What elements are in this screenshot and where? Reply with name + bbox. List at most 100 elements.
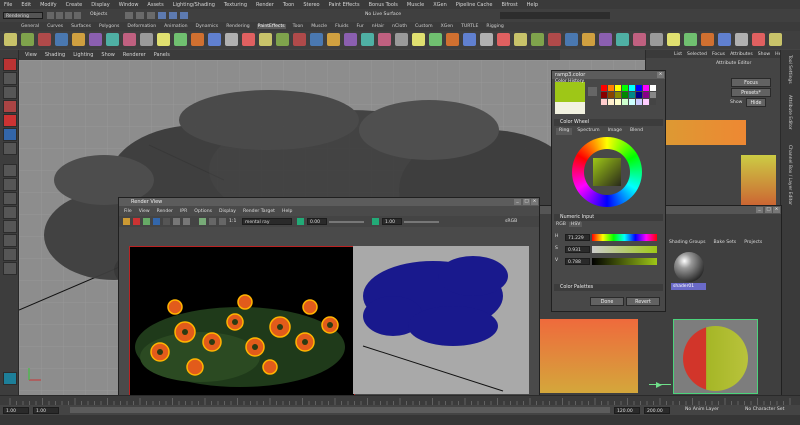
shelf-tool-icon[interactable] [395,33,408,46]
color-history-swatch[interactable] [601,92,607,98]
saturation-slider[interactable] [592,246,657,253]
shelf-tool-icon[interactable] [106,33,119,46]
shelf-tool-icon[interactable] [242,33,255,46]
render-region-icon[interactable] [153,218,160,225]
menu-item[interactable]: Toon [283,2,295,8]
ipr-render-icon[interactable] [133,218,140,225]
shelf-tool-icon[interactable] [293,33,306,46]
shelf-tool-icon[interactable] [718,33,731,46]
shelf-tab[interactable]: nHair [371,24,385,29]
menu-item[interactable]: Bonus Tools [369,2,398,8]
shelf-tool-icon[interactable] [497,33,510,46]
menu-item[interactable]: Texturing [224,2,247,8]
ae-menu-item[interactable]: Show [758,52,770,57]
tab-bake-sets[interactable]: Bake Sets [714,240,737,249]
tab-rgb[interactable]: RGB [556,222,566,227]
shelf-tool-icon[interactable] [21,33,34,46]
graph-layout-icon[interactable] [3,262,17,275]
shelf-tool-icon[interactable] [531,33,544,46]
lasso-tool-icon[interactable] [3,72,17,85]
hypershade-layout-icon[interactable] [3,234,17,247]
color-history-swatch[interactable] [608,92,614,98]
viewport-menu-item[interactable]: Panels [154,52,170,58]
four-pane-layout-icon[interactable] [3,178,17,191]
color-history-swatch[interactable] [601,85,607,91]
presets-button[interactable]: Presets* [731,88,771,97]
shelf-tab[interactable]: Polygons [98,24,120,29]
shelf-tool-icon[interactable] [480,33,493,46]
shelf-tool-icon[interactable] [72,33,85,46]
menu-item[interactable]: Bifrost [502,2,518,8]
shelf-tool-icon[interactable] [276,33,289,46]
menu-item[interactable]: Muscle [407,2,424,8]
minimize-button[interactable]: _ [514,199,521,205]
numeric-input-header[interactable]: Numeric Input [554,214,663,221]
color-history-swatch[interactable] [608,85,614,91]
shelf-tool-icon[interactable] [667,33,680,46]
close-button[interactable]: × [531,199,538,205]
real-size-icon[interactable] [219,218,226,225]
shelf-tool-icon[interactable] [599,33,612,46]
ae-menu-item[interactable]: Selected [687,52,707,57]
playback-start-field[interactable]: 1.00 [33,407,59,414]
render-layer-icon[interactable] [3,372,17,385]
render-view-menu-item[interactable]: Options [194,209,212,214]
tab-image[interactable]: Image [605,128,625,135]
shelf-tool-icon[interactable] [191,33,204,46]
shelf-tool-icon[interactable] [752,33,765,46]
ae-menu-item[interactable]: Focus [712,52,725,57]
color-history-swatch[interactable] [622,85,628,91]
tab-channel-box[interactable]: Channel Box / Layer Editor [787,145,792,205]
shelf-tool-icon[interactable] [548,33,561,46]
shelf-tool-icon[interactable] [514,33,527,46]
snapshot-icon[interactable] [163,218,170,225]
tab-ring[interactable]: Ring [556,128,573,135]
menu-item[interactable]: Modify [40,2,57,8]
menu-item[interactable]: XGen [433,2,447,8]
color-history-swatch[interactable] [608,99,614,105]
shelf-tool-icon[interactable] [412,33,425,46]
color-history-swatch[interactable] [636,85,642,91]
color-history-swatch[interactable] [636,99,642,105]
render-view-menu-item[interactable]: Help [282,209,292,214]
shelf-tab[interactable]: Toon [292,24,305,29]
eyedropper-icon[interactable] [588,87,597,96]
shelf-tool-icon[interactable] [582,33,595,46]
move-tool-icon[interactable] [3,100,17,113]
color-history-swatch[interactable] [650,99,656,105]
tab-spectrum[interactable]: Spectrum [574,128,602,135]
color-history-swatch[interactable] [643,85,649,91]
color-history-swatch[interactable] [629,85,635,91]
render-view-menu-item[interactable]: Display [219,209,236,214]
shelf-tool-icon[interactable] [463,33,476,46]
shelf-tool-icon[interactable] [208,33,221,46]
done-button[interactable]: Done [590,297,624,306]
menu-item[interactable]: Render [256,2,274,8]
exposure-slider[interactable] [329,221,364,223]
select-by-object-icon[interactable] [136,12,144,19]
minimize-button[interactable]: _ [756,207,763,213]
color-wheel-header[interactable]: Color Wheel [554,119,663,126]
shelf-tool-icon[interactable] [140,33,153,46]
focus-button[interactable]: Focus [731,78,771,87]
save-scene-icon[interactable] [65,12,72,19]
value-field[interactable]: 0.788 [565,258,590,265]
shelf-tab[interactable]: XGen [440,24,454,29]
shelf-tab[interactable]: Custom [414,24,434,29]
ae-menu-item[interactable]: Attributes [730,52,753,57]
color-history-swatch[interactable] [636,92,642,98]
previous-color-swatch[interactable] [555,102,585,114]
shelf-tool-icon[interactable] [259,33,272,46]
shelf-tool-icon[interactable] [55,33,68,46]
rendered-image[interactable] [129,246,355,396]
no-live-surface[interactable]: No Live Surface [365,12,401,17]
color-history-swatch[interactable] [650,85,656,91]
saturation-field[interactable]: 0.931 [565,246,590,253]
tab-tool-settings[interactable]: Tool Settings [787,55,792,84]
manipulator-icon[interactable] [3,142,17,155]
shader-swatch[interactable] [674,252,704,282]
hue-slider[interactable] [592,234,657,241]
shelf-tab[interactable]: Animation [163,24,188,29]
viewport-menu-item[interactable]: Shading [45,52,65,58]
renderer-dropdown[interactable]: mental ray [242,218,292,225]
